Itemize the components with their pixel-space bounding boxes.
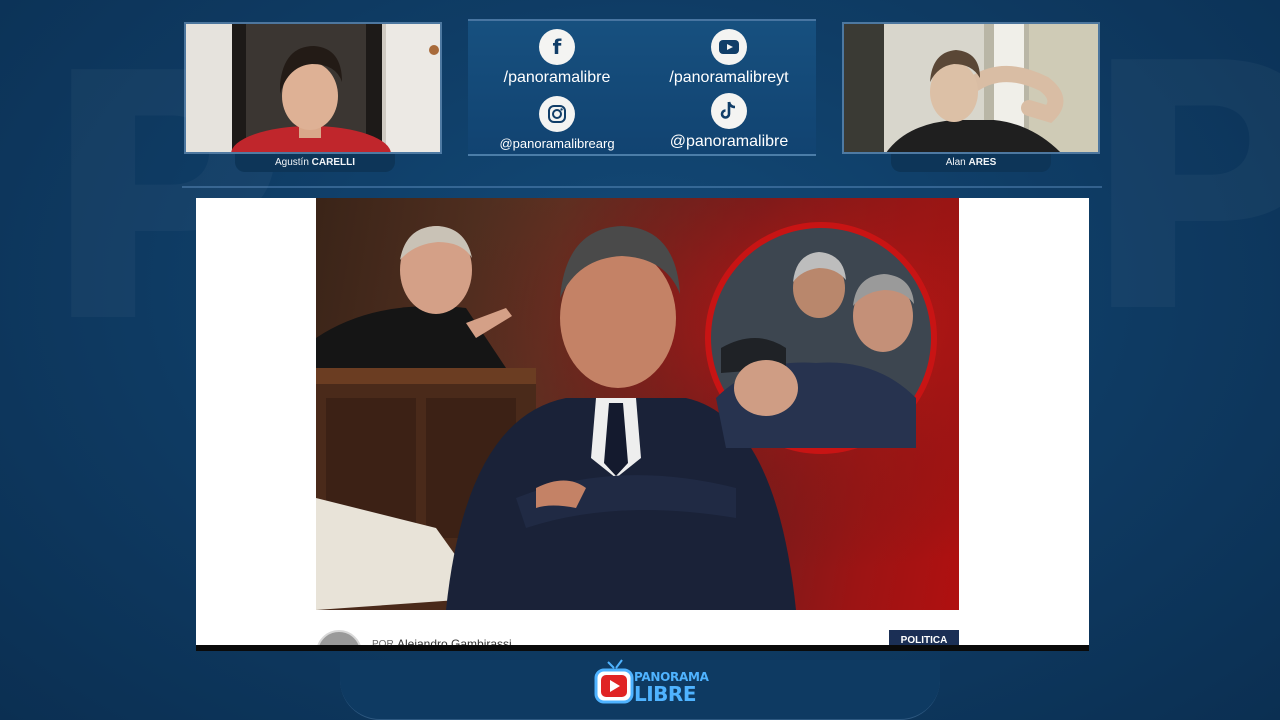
facebook-handle: /panoramalibre [503, 69, 611, 86]
shared-screen-bottom-bar [196, 645, 1089, 651]
shared-screen: POR Alejandro Gambirassi POLITICA [196, 198, 1089, 648]
instagram-handle: @panoramalibrearg [499, 136, 615, 151]
brand-name-bottom: LIBRE [634, 682, 697, 706]
participant-first-name: Alan [945, 157, 966, 168]
participant-last-name: ARES [968, 157, 997, 168]
participant-first-name: Agustín [274, 157, 309, 168]
tiktok-handle: @panoramalibre [669, 133, 789, 150]
background-watermark-right: P [1080, 20, 1280, 360]
brand-logo: PANORAMA LIBRE [594, 656, 709, 708]
social-youtube[interactable]: /panoramalibreyt [644, 29, 814, 87]
article-hero-image [316, 198, 959, 610]
instagram-icon [539, 96, 575, 132]
webcam-feed-left [184, 22, 442, 154]
youtube-handle: /panoramalibreyt [669, 69, 789, 86]
social-instagram[interactable]: @panoramalibrearg [472, 96, 642, 151]
social-links-panel: f /panoramalibre /panoramalibreyt @panor… [468, 19, 816, 156]
social-facebook[interactable]: f /panoramalibre [472, 29, 642, 87]
social-tiktok[interactable]: @panoramalibre [644, 93, 814, 151]
participant-last-name: CARELLI [311, 157, 356, 168]
facebook-icon: f [539, 29, 575, 65]
participant-nameplate-right: Alan ARES [891, 154, 1051, 172]
tv-play-icon [594, 659, 634, 704]
participant-nameplate-left: Agustín CARELLI [235, 154, 395, 172]
webcam-feed-right [842, 22, 1100, 154]
youtube-icon [711, 29, 747, 65]
tiktok-icon [711, 93, 747, 129]
header-divider [182, 186, 1102, 188]
